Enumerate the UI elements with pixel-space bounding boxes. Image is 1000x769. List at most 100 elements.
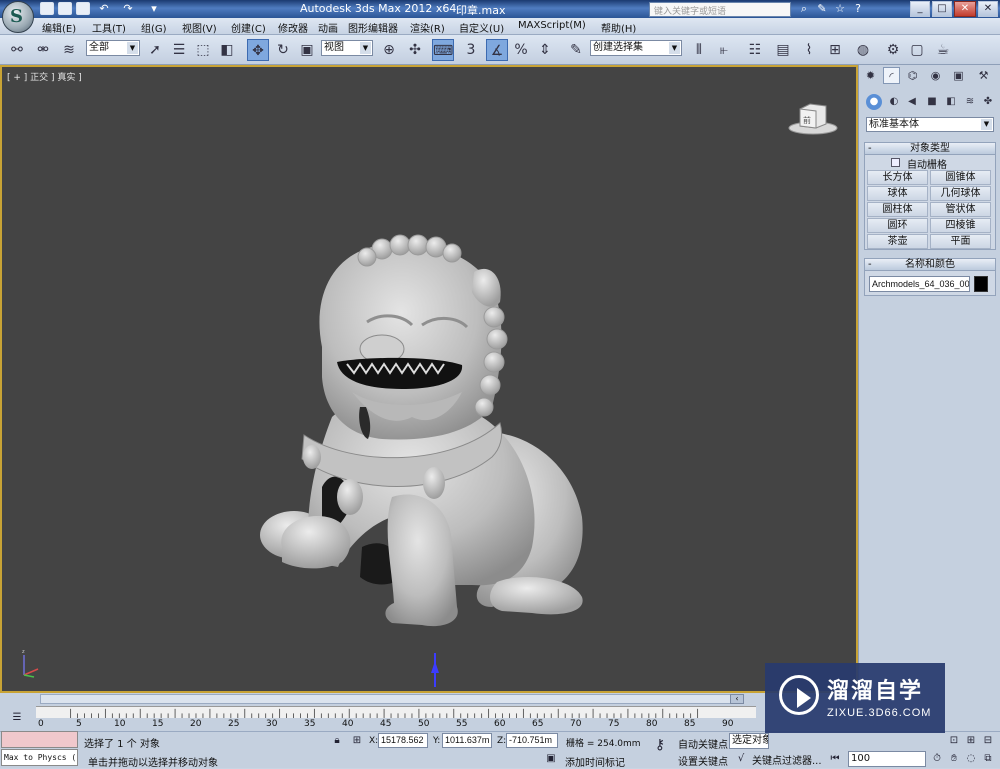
- motion-tab-icon[interactable]: ◉: [927, 67, 944, 84]
- render-production-icon[interactable]: ☕: [932, 39, 954, 61]
- x-coordinate-input[interactable]: 15178.562: [378, 733, 428, 748]
- search-input[interactable]: 键入关键字或短语: [649, 2, 791, 17]
- key-filters-button[interactable]: 关键点过滤器...: [752, 752, 822, 767]
- menu-customize[interactable]: 自定义(U): [459, 20, 504, 35]
- category-dropdown[interactable]: 标准基本体 ▼: [866, 117, 994, 132]
- pivot-center-icon[interactable]: ⊕: [378, 39, 400, 61]
- named-selection-dropdown[interactable]: 创建选择集 ▼: [590, 40, 682, 56]
- mini-curve-editor-icon[interactable]: ☰: [10, 711, 24, 725]
- tools-icon[interactable]: ✎: [814, 2, 830, 16]
- orbit-icon[interactable]: ◌: [964, 752, 978, 766]
- menu-tools[interactable]: 工具(T): [92, 20, 126, 35]
- select-object-icon[interactable]: ➚: [144, 39, 166, 61]
- plane-button[interactable]: 平面: [930, 234, 991, 249]
- pyramid-button[interactable]: 四棱锥: [930, 218, 991, 233]
- time-tag-icon[interactable]: ▣: [544, 752, 558, 766]
- zoom-all-icon[interactable]: ⊞: [964, 734, 978, 748]
- material-editor-icon[interactable]: ◍: [852, 39, 874, 61]
- name-color-header[interactable]: - 名称和颜色: [865, 259, 995, 271]
- utilities-tab-icon[interactable]: ⚒: [975, 67, 992, 84]
- maximize-viewport-icon[interactable]: ⧉: [981, 752, 995, 766]
- menu-rendering[interactable]: 渲染(R): [410, 20, 445, 35]
- zoom-extents-icon[interactable]: ⊡: [947, 734, 961, 748]
- hierarchy-tab-icon[interactable]: ⌬: [904, 67, 921, 84]
- move-gizmo-icon[interactable]: [428, 647, 442, 689]
- menu-group[interactable]: 组(G): [141, 20, 167, 35]
- select-manipulate-icon[interactable]: ✣: [404, 39, 426, 61]
- cameras-icon[interactable]: ■: [924, 94, 940, 110]
- maxscript-output[interactable]: Max to Physcs (: [1, 749, 78, 766]
- quick-access-dropdown-icon[interactable]: ▾: [146, 2, 162, 16]
- autogrid-checkbox[interactable]: [891, 158, 900, 167]
- angle-snap-icon[interactable]: ∡: [486, 39, 508, 61]
- help-icon[interactable]: ?: [850, 2, 866, 16]
- curve-editor-icon[interactable]: ⌇: [798, 39, 820, 61]
- maxscript-listener-input[interactable]: [1, 731, 78, 748]
- select-and-move-icon[interactable]: ✥: [247, 39, 269, 61]
- time-config-icon[interactable]: ⏱: [930, 752, 944, 766]
- menu-create[interactable]: 创建(C): [231, 20, 266, 35]
- zoom-region-icon[interactable]: ⊟: [981, 734, 995, 748]
- app-close-button[interactable]: ✕: [978, 1, 998, 17]
- maximize-button[interactable]: □: [932, 1, 952, 17]
- display-tab-icon[interactable]: ▣: [950, 67, 967, 84]
- spacewarps-icon[interactable]: ≋: [962, 94, 978, 110]
- minimize-button[interactable]: _: [910, 1, 930, 17]
- box-button[interactable]: 长方体: [867, 170, 928, 185]
- edit-named-selections-icon[interactable]: ✎: [565, 39, 587, 61]
- graphite-toggle-icon[interactable]: ▤: [772, 39, 794, 61]
- torus-button[interactable]: 圆环: [867, 218, 928, 233]
- geometry-icon[interactable]: ●: [866, 94, 882, 110]
- pan-view-icon[interactable]: ✋︎: [947, 752, 961, 766]
- z-coordinate-input[interactable]: -710.751m: [506, 733, 558, 748]
- rendered-frame-icon[interactable]: ▢: [906, 39, 928, 61]
- set-key-button[interactable]: 设置关键点: [678, 753, 728, 768]
- modify-tab-icon[interactable]: ◜: [883, 67, 900, 84]
- y-coordinate-input[interactable]: 1011.637m: [442, 733, 492, 748]
- unlink-icon[interactable]: ⚮: [32, 39, 54, 61]
- link-icon[interactable]: ⚯: [6, 39, 28, 61]
- object-name-input[interactable]: Archmodels_64_036_003: [869, 276, 970, 292]
- undo-icon[interactable]: ↶: [96, 2, 112, 16]
- lights-icon[interactable]: ◀: [904, 94, 920, 110]
- helpers-icon[interactable]: ◧: [943, 94, 959, 110]
- percent-snap-icon[interactable]: %: [510, 39, 532, 61]
- object-type-header[interactable]: - 对象类型: [865, 143, 995, 155]
- redo-icon[interactable]: ↷: [120, 2, 136, 16]
- key-icon[interactable]: ⚷: [650, 738, 670, 752]
- teapot-button[interactable]: 茶壶: [867, 234, 928, 249]
- star-icon[interactable]: ☆: [832, 2, 848, 16]
- geosphere-button[interactable]: 几何球体: [930, 186, 991, 201]
- menu-edit[interactable]: 编辑(E): [42, 20, 76, 35]
- binoculars-icon[interactable]: ⌕: [796, 2, 812, 16]
- lion-statue-model[interactable]: [242, 167, 602, 637]
- select-and-scale-icon[interactable]: ▣: [296, 39, 318, 61]
- time-slider[interactable]: [40, 694, 740, 704]
- absolute-mode-icon[interactable]: ⊞: [350, 734, 364, 748]
- key-mode-icon[interactable]: √: [734, 752, 748, 766]
- menu-animation[interactable]: 动画: [318, 20, 338, 35]
- viewport-label[interactable]: [ + ] 正交 ] 真实 ]: [7, 70, 82, 83]
- viewcube-icon[interactable]: 前: [786, 97, 838, 137]
- auto-key-button[interactable]: 自动关键点: [678, 736, 728, 751]
- go-to-start-icon[interactable]: ⏮: [828, 752, 842, 766]
- save-icon[interactable]: [76, 2, 90, 15]
- app-logo-icon[interactable]: S: [2, 1, 34, 33]
- select-by-name-icon[interactable]: ☰: [168, 39, 190, 61]
- track-bar-ruler[interactable]: [36, 706, 756, 718]
- open-file-icon[interactable]: [58, 2, 72, 15]
- lock-selection-icon[interactable]: 🔒︎: [330, 734, 344, 748]
- bind-spacewarp-icon[interactable]: ≋: [58, 39, 80, 61]
- snaps-toggle-icon[interactable]: 3: [460, 39, 482, 61]
- key-selection-dropdown[interactable]: 选定对象: [729, 733, 769, 749]
- spinner-snap-icon[interactable]: ⇕: [534, 39, 556, 61]
- keyboard-shortcut-override-icon[interactable]: ⌨: [432, 39, 454, 61]
- systems-icon[interactable]: ✤: [980, 94, 996, 110]
- menu-help[interactable]: 帮助(H): [601, 20, 636, 35]
- mirror-icon[interactable]: ⫴: [688, 39, 710, 61]
- selection-filter-dropdown[interactable]: 全部 ▼: [86, 40, 140, 56]
- menu-views[interactable]: 视图(V): [182, 20, 217, 35]
- reference-coord-dropdown[interactable]: 视图 ▼: [321, 40, 373, 56]
- cylinder-button[interactable]: 圆柱体: [867, 202, 928, 217]
- sphere-button[interactable]: 球体: [867, 186, 928, 201]
